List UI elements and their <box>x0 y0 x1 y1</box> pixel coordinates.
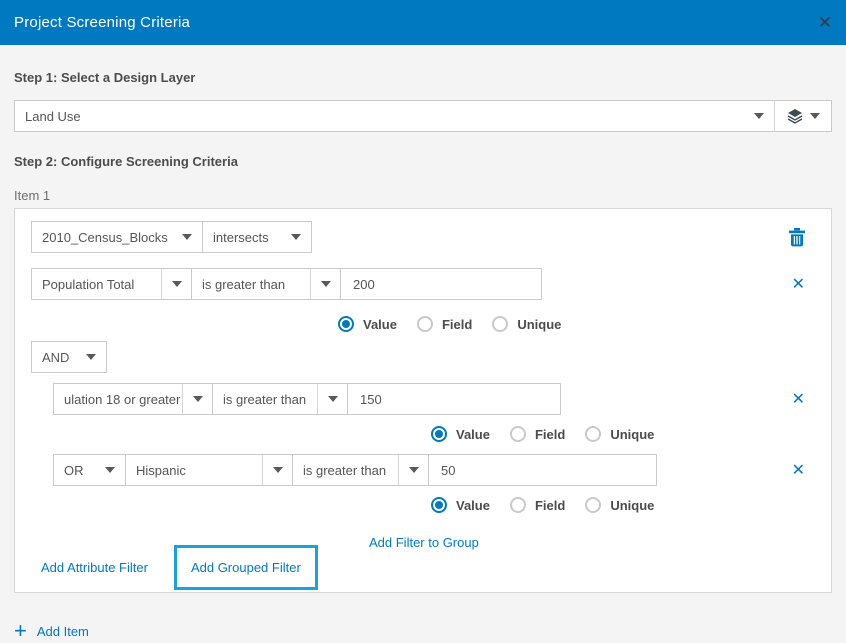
group-field-value: ulation 18 or greater <box>54 392 182 407</box>
group-conjunction-select[interactable]: OR <box>53 454 126 486</box>
radio-field[interactable] <box>510 497 526 513</box>
remove-group-filter-button[interactable]: ✕ <box>792 460 805 480</box>
group-value-input[interactable] <box>428 454 657 486</box>
relation-select[interactable]: intersects <box>202 221 312 253</box>
radio-value-label: Value <box>456 427 490 442</box>
group-field-select[interactable]: Hispanic <box>125 454 293 486</box>
close-x-icon: ✕ <box>792 389 805 409</box>
tutorial-highlight: Add Grouped Filter <box>174 545 318 590</box>
chevron-down-icon <box>398 455 428 485</box>
close-x-icon: ✕ <box>792 460 805 480</box>
operator-select[interactable]: is greater than <box>191 268 341 300</box>
remove-group-filter-button[interactable]: ✕ <box>792 389 805 409</box>
group-operator-select[interactable]: is greater than <box>292 454 429 486</box>
value-type-radio-group: Value Field Unique <box>31 497 815 513</box>
chevron-down-icon <box>172 222 202 252</box>
remove-filter-button[interactable]: ✕ <box>792 274 805 294</box>
grouped-filter-row-1: ulation 18 or greater is greater than ✕ <box>31 383 815 415</box>
add-item-label: Add Item <box>37 624 89 639</box>
step1-label: Step 1: Select a Design Layer <box>14 70 832 85</box>
item-layer-value: 2010_Census_Blocks <box>32 230 172 245</box>
add-filter-to-group-link[interactable]: Add Filter to Group <box>369 535 479 550</box>
operator-value: is greater than <box>192 277 310 292</box>
layer-options-button[interactable] <box>774 101 831 131</box>
attribute-filter-row: Population Total is greater than ✕ <box>31 268 815 300</box>
group-conjunction-value: OR <box>54 463 95 478</box>
group-conjunction-row: AND <box>31 341 815 373</box>
add-attribute-filter-link[interactable]: Add Attribute Filter <box>41 560 148 575</box>
radio-unique-label: Unique <box>610 498 654 513</box>
radio-value[interactable] <box>338 316 354 332</box>
delete-item-button[interactable] <box>789 228 805 247</box>
field-select[interactable]: Population Total <box>31 268 192 300</box>
radio-value-label: Value <box>456 498 490 513</box>
plus-icon: + <box>14 623 27 639</box>
group-operator-select[interactable]: is greater than <box>212 383 348 415</box>
group-operator-value: is greater than <box>293 463 398 478</box>
radio-field-label: Field <box>535 498 565 513</box>
chevron-down-icon <box>182 384 212 414</box>
dialog-header: Project Screening Criteria ✕ <box>0 0 846 45</box>
value-input[interactable] <box>340 268 542 300</box>
chevron-down-icon <box>262 455 292 485</box>
conjunction-select[interactable]: AND <box>31 341 107 373</box>
close-icon[interactable]: ✕ <box>818 14 832 31</box>
radio-field-label: Field <box>535 427 565 442</box>
value-type-radio-group: Value Field Unique <box>31 316 815 332</box>
item-panel: 2010_Census_Blocks intersects <box>14 208 832 593</box>
radio-unique[interactable] <box>492 316 508 332</box>
radio-field-label: Field <box>442 317 472 332</box>
radio-value[interactable] <box>431 497 447 513</box>
item-layer-select[interactable]: 2010_Census_Blocks <box>31 221 203 253</box>
value-type-radio-group: Value Field Unique <box>31 426 815 442</box>
add-item-button[interactable]: + Add Item <box>14 623 832 639</box>
radio-unique[interactable] <box>585 497 601 513</box>
add-grouped-filter-link[interactable]: Add Grouped Filter <box>191 560 301 575</box>
grouped-filter-row-2: OR Hispanic is greater than ✕ <box>31 454 815 486</box>
radio-value-label: Value <box>363 317 397 332</box>
step2-label: Step 2: Configure Screening Criteria <box>14 154 832 169</box>
group-field-select[interactable]: ulation 18 or greater <box>53 383 213 415</box>
radio-field[interactable] <box>417 316 433 332</box>
chevron-down-icon <box>161 269 191 299</box>
relation-value: intersects <box>203 230 281 245</box>
close-x-icon: ✕ <box>792 274 805 294</box>
conjunction-value: AND <box>32 350 76 365</box>
layer-relation-row: 2010_Census_Blocks intersects <box>31 221 815 253</box>
trash-icon <box>789 228 805 247</box>
field-value: Population Total <box>32 277 161 292</box>
dialog-title: Project Screening Criteria <box>14 14 190 31</box>
chevron-down-icon <box>281 222 311 252</box>
chevron-down-icon <box>317 384 347 414</box>
design-layer-select[interactable]: Land Use <box>14 100 832 132</box>
chevron-down-icon <box>95 455 125 485</box>
chevron-down-icon <box>76 342 106 372</box>
group-value-input[interactable] <box>347 383 561 415</box>
chevron-down-icon <box>744 101 774 131</box>
chevron-down-icon <box>810 113 820 119</box>
radio-value[interactable] <box>431 426 447 442</box>
group-operator-value: is greater than <box>213 392 317 407</box>
item-title: Item 1 <box>14 188 832 203</box>
radio-unique-label: Unique <box>610 427 654 442</box>
group-field-value: Hispanic <box>126 463 262 478</box>
design-layer-value: Land Use <box>15 109 744 124</box>
chevron-down-icon <box>310 269 340 299</box>
radio-field[interactable] <box>510 426 526 442</box>
layers-icon <box>787 108 803 124</box>
radio-unique[interactable] <box>585 426 601 442</box>
radio-unique-label: Unique <box>517 317 561 332</box>
